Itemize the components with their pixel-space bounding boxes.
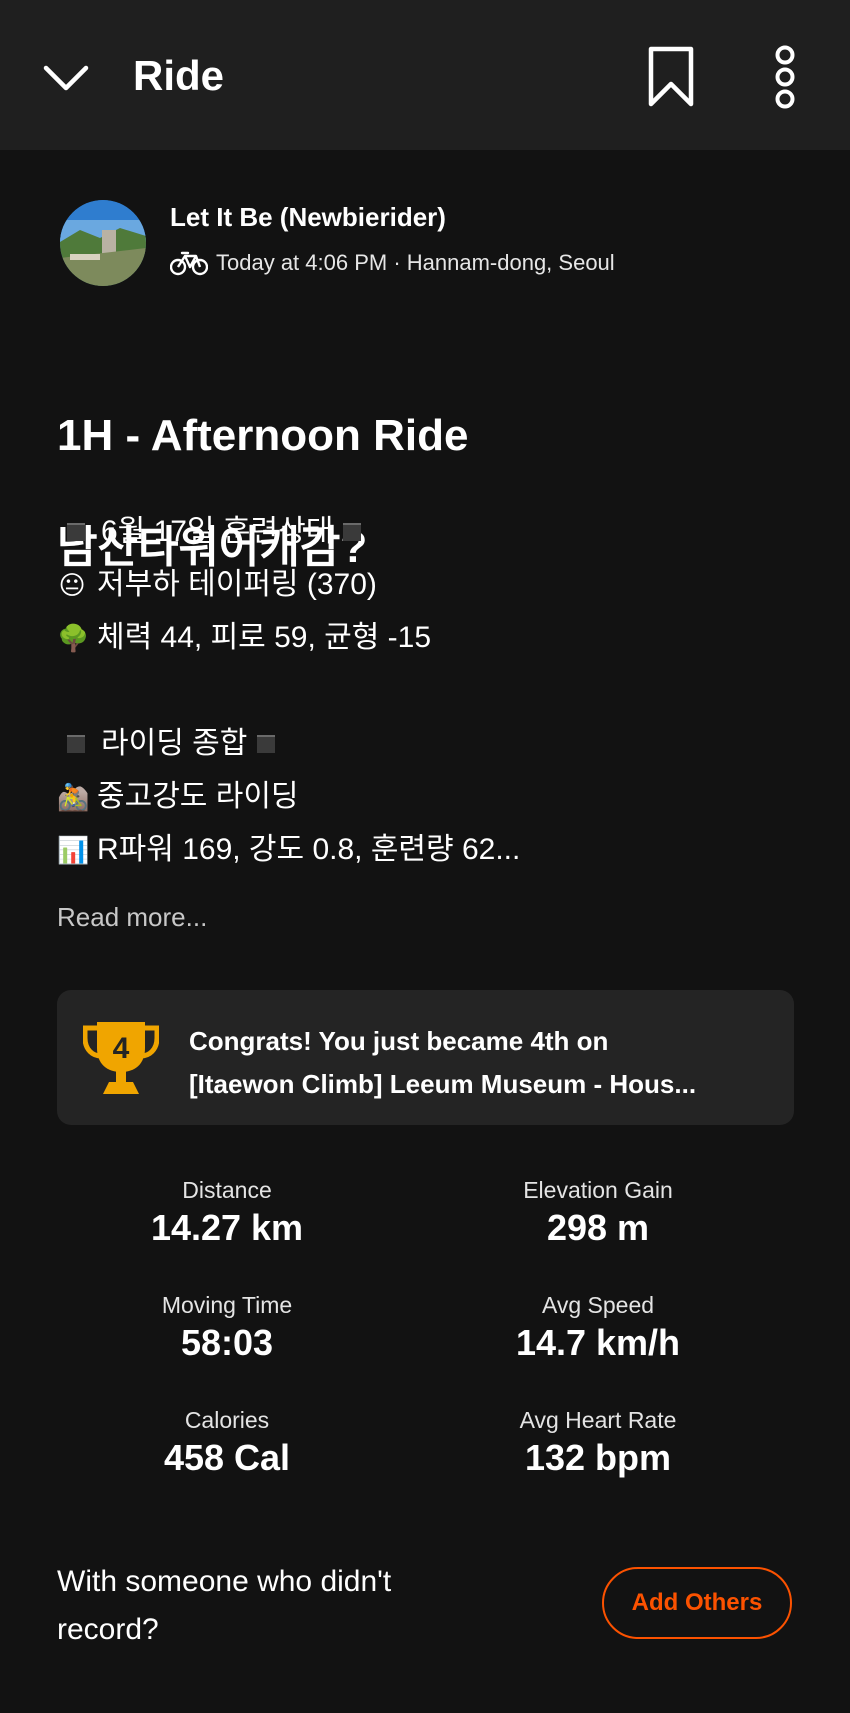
tree-emoji: 🌳	[57, 622, 90, 653]
description-text: 중고강도 라이딩	[97, 780, 299, 813]
trophy-icon: 4	[83, 1022, 159, 1094]
description-line: 라이딩 종합	[57, 717, 817, 770]
stat-value: 14.7 km/h	[515, 1322, 681, 1363]
achievement-card[interactable]: 4 Congrats! You just became 4th on [Itae…	[57, 990, 794, 1125]
stat-moving-time: Moving Time 58:03	[77, 1290, 377, 1366]
achievement-message: Congrats! You just became 4th on [Itaewo…	[189, 1020, 774, 1106]
description-line: 📊 R파워 169, 강도 0.8, 훈련량 62...	[57, 823, 817, 876]
activity-title-line1: 1H - Afternoon Ride	[57, 411, 469, 460]
add-others-prompt: With someone who didn't record?	[57, 1565, 392, 1646]
chevron-down-icon	[43, 65, 89, 91]
description-line: 6월 17일 훈련상태	[57, 505, 817, 558]
bar-chart-emoji: 📊	[57, 834, 90, 865]
bookmark-button[interactable]	[645, 44, 697, 110]
stat-calories: Calories 458 Cal	[77, 1405, 377, 1481]
top-app-bar: Ride	[0, 0, 850, 150]
description-line: 🌳 체력 44, 피로 59, 균형 -15	[57, 611, 817, 664]
description-text: 라이딩 종합	[101, 727, 248, 760]
add-others-button[interactable]: Add Others	[602, 1567, 792, 1639]
description-text: R파워 169, 강도 0.8, 훈련량 62...	[97, 833, 521, 866]
stat-distance: Distance 14.27 km	[77, 1175, 377, 1251]
square-icon	[343, 522, 362, 541]
neutral-face-emoji: 😐	[58, 569, 86, 600]
square-icon	[67, 734, 85, 753]
stat-label: Calories	[184, 1407, 270, 1433]
stat-value: 458 Cal	[163, 1437, 291, 1478]
bookmark-icon	[648, 46, 694, 107]
stat-label: Moving Time	[161, 1292, 293, 1318]
description-text: 체력 44, 피로 59, 균형 -15	[97, 621, 432, 654]
stat-value: 58:03	[180, 1322, 274, 1363]
stat-label: Avg Heart Rate	[519, 1407, 677, 1433]
description-line: 🚵 중고강도 라이딩	[57, 770, 817, 823]
activity-description: 6월 17일 훈련상태 😐 저부하 테이퍼링 (370) 🌳 체력 44, 피로…	[57, 505, 817, 876]
square-icon	[257, 734, 276, 753]
more-vertical-icon	[775, 45, 795, 109]
stat-avg-heart-rate: Avg Heart Rate 132 bpm	[448, 1405, 748, 1481]
achievement-line1: Congrats! You just became 4th on	[189, 1026, 609, 1056]
stat-label: Elevation Gain	[523, 1177, 673, 1203]
stat-avg-speed: Avg Speed 14.7 km/h	[448, 1290, 748, 1366]
stat-elevation-gain: Elevation Gain 298 m	[448, 1175, 748, 1251]
athlete-name[interactable]: Let It Be (Newbierider)	[170, 200, 446, 234]
bike-icon	[170, 251, 208, 276]
achievement-line2: [Itaewon Climb] Leeum Museum - Hous...	[189, 1069, 697, 1099]
stat-label: Avg Speed	[541, 1292, 655, 1318]
activity-meta-text: Today at 4:06 PM · Hannam-dong, Seoul	[216, 250, 615, 275]
more-options-button[interactable]	[765, 44, 805, 110]
square-icon	[67, 522, 85, 541]
activity-meta: Today at 4:06 PM · Hannam-dong, Seoul	[170, 248, 615, 278]
stat-label: Distance	[182, 1177, 272, 1203]
page-title: Ride	[133, 52, 225, 99]
description-text: 6월 17일 훈련상태	[101, 515, 334, 548]
stat-value: 132 bpm	[524, 1437, 672, 1478]
trophy-rank: 4	[113, 1032, 130, 1065]
stat-value: 298 m	[546, 1207, 650, 1248]
read-more-link[interactable]: Read more...	[57, 900, 207, 934]
description-line: 😐 저부하 테이퍼링 (370)	[57, 558, 817, 611]
stat-value: 14.27 km	[150, 1207, 304, 1248]
description-text: 저부하 테이퍼링 (370)	[97, 568, 377, 601]
mountain-biker-emoji: 🚵	[57, 781, 90, 812]
back-button[interactable]	[38, 54, 94, 100]
athlete-avatar[interactable]	[60, 200, 146, 286]
avatar-photo	[60, 200, 146, 286]
